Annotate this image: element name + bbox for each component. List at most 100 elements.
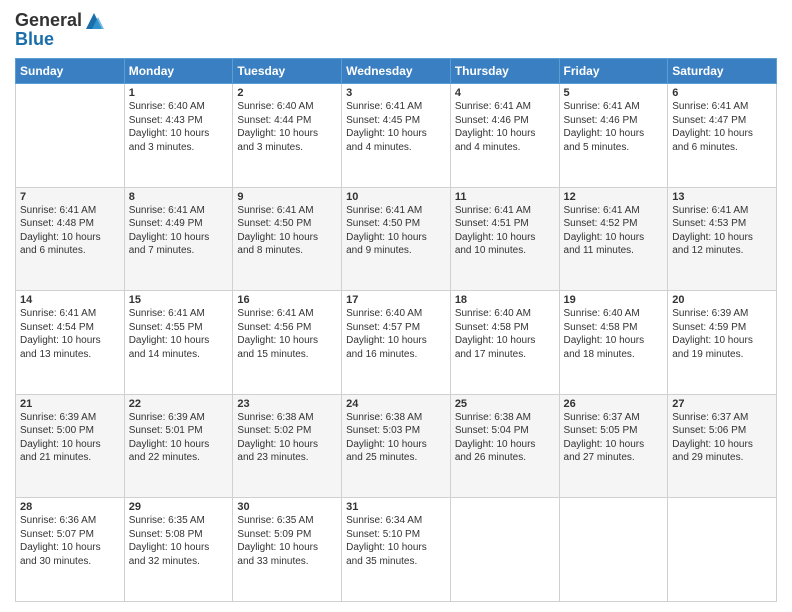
calendar-cell: 16Sunrise: 6:41 AM Sunset: 4:56 PM Dayli… bbox=[233, 291, 342, 395]
day-header-wednesday: Wednesday bbox=[342, 59, 451, 84]
day-number: 19 bbox=[564, 294, 664, 306]
logo-blue-text: Blue bbox=[15, 29, 104, 50]
week-row-2: 7Sunrise: 6:41 AM Sunset: 4:48 PM Daylig… bbox=[16, 187, 777, 291]
day-number: 9 bbox=[237, 191, 337, 203]
day-number: 31 bbox=[346, 501, 446, 513]
day-info: Sunrise: 6:41 AM Sunset: 4:56 PM Dayligh… bbox=[237, 307, 337, 361]
day-number: 5 bbox=[564, 87, 664, 99]
day-info: Sunrise: 6:37 AM Sunset: 5:05 PM Dayligh… bbox=[564, 411, 664, 465]
day-number: 16 bbox=[237, 294, 337, 306]
day-info: Sunrise: 6:36 AM Sunset: 5:07 PM Dayligh… bbox=[20, 514, 120, 568]
day-header-saturday: Saturday bbox=[668, 59, 777, 84]
calendar-cell: 19Sunrise: 6:40 AM Sunset: 4:58 PM Dayli… bbox=[559, 291, 668, 395]
calendar-cell: 11Sunrise: 6:41 AM Sunset: 4:51 PM Dayli… bbox=[450, 187, 559, 291]
day-header-sunday: Sunday bbox=[16, 59, 125, 84]
day-number: 4 bbox=[455, 87, 555, 99]
calendar-cell: 12Sunrise: 6:41 AM Sunset: 4:52 PM Dayli… bbox=[559, 187, 668, 291]
week-row-1: 1Sunrise: 6:40 AM Sunset: 4:43 PM Daylig… bbox=[16, 84, 777, 188]
calendar-table: SundayMondayTuesdayWednesdayThursdayFrid… bbox=[15, 58, 777, 602]
day-header-tuesday: Tuesday bbox=[233, 59, 342, 84]
day-number: 21 bbox=[20, 398, 120, 410]
day-number: 23 bbox=[237, 398, 337, 410]
calendar-cell: 5Sunrise: 6:41 AM Sunset: 4:46 PM Daylig… bbox=[559, 84, 668, 188]
calendar-header-row: SundayMondayTuesdayWednesdayThursdayFrid… bbox=[16, 59, 777, 84]
week-row-3: 14Sunrise: 6:41 AM Sunset: 4:54 PM Dayli… bbox=[16, 291, 777, 395]
day-header-friday: Friday bbox=[559, 59, 668, 84]
day-info: Sunrise: 6:39 AM Sunset: 5:00 PM Dayligh… bbox=[20, 411, 120, 465]
day-info: Sunrise: 6:41 AM Sunset: 4:46 PM Dayligh… bbox=[564, 100, 664, 154]
day-number: 14 bbox=[20, 294, 120, 306]
day-number: 22 bbox=[129, 398, 229, 410]
day-number: 3 bbox=[346, 87, 446, 99]
logo-general-text: General bbox=[15, 10, 82, 31]
week-row-5: 28Sunrise: 6:36 AM Sunset: 5:07 PM Dayli… bbox=[16, 498, 777, 602]
day-info: Sunrise: 6:34 AM Sunset: 5:10 PM Dayligh… bbox=[346, 514, 446, 568]
day-info: Sunrise: 6:41 AM Sunset: 4:52 PM Dayligh… bbox=[564, 204, 664, 258]
calendar-cell: 23Sunrise: 6:38 AM Sunset: 5:02 PM Dayli… bbox=[233, 394, 342, 498]
day-number: 28 bbox=[20, 501, 120, 513]
calendar-cell: 6Sunrise: 6:41 AM Sunset: 4:47 PM Daylig… bbox=[668, 84, 777, 188]
calendar-cell: 3Sunrise: 6:41 AM Sunset: 4:45 PM Daylig… bbox=[342, 84, 451, 188]
calendar-cell: 31Sunrise: 6:34 AM Sunset: 5:10 PM Dayli… bbox=[342, 498, 451, 602]
day-header-monday: Monday bbox=[124, 59, 233, 84]
day-info: Sunrise: 6:41 AM Sunset: 4:53 PM Dayligh… bbox=[672, 204, 772, 258]
day-number: 30 bbox=[237, 501, 337, 513]
day-number: 29 bbox=[129, 501, 229, 513]
calendar-cell: 27Sunrise: 6:37 AM Sunset: 5:06 PM Dayli… bbox=[668, 394, 777, 498]
calendar-cell bbox=[668, 498, 777, 602]
calendar-cell: 15Sunrise: 6:41 AM Sunset: 4:55 PM Dayli… bbox=[124, 291, 233, 395]
day-number: 27 bbox=[672, 398, 772, 410]
day-info: Sunrise: 6:40 AM Sunset: 4:58 PM Dayligh… bbox=[455, 307, 555, 361]
day-number: 18 bbox=[455, 294, 555, 306]
calendar-cell: 17Sunrise: 6:40 AM Sunset: 4:57 PM Dayli… bbox=[342, 291, 451, 395]
logo: General Blue bbox=[15, 10, 104, 50]
calendar-cell: 28Sunrise: 6:36 AM Sunset: 5:07 PM Dayli… bbox=[16, 498, 125, 602]
day-number: 15 bbox=[129, 294, 229, 306]
header: General Blue bbox=[15, 10, 777, 50]
day-number: 6 bbox=[672, 87, 772, 99]
calendar-cell: 14Sunrise: 6:41 AM Sunset: 4:54 PM Dayli… bbox=[16, 291, 125, 395]
calendar-cell: 2Sunrise: 6:40 AM Sunset: 4:44 PM Daylig… bbox=[233, 84, 342, 188]
day-info: Sunrise: 6:41 AM Sunset: 4:48 PM Dayligh… bbox=[20, 204, 120, 258]
day-info: Sunrise: 6:35 AM Sunset: 5:08 PM Dayligh… bbox=[129, 514, 229, 568]
day-number: 20 bbox=[672, 294, 772, 306]
day-info: Sunrise: 6:38 AM Sunset: 5:04 PM Dayligh… bbox=[455, 411, 555, 465]
calendar-cell: 18Sunrise: 6:40 AM Sunset: 4:58 PM Dayli… bbox=[450, 291, 559, 395]
day-info: Sunrise: 6:41 AM Sunset: 4:46 PM Dayligh… bbox=[455, 100, 555, 154]
calendar-cell: 4Sunrise: 6:41 AM Sunset: 4:46 PM Daylig… bbox=[450, 84, 559, 188]
calendar-cell: 21Sunrise: 6:39 AM Sunset: 5:00 PM Dayli… bbox=[16, 394, 125, 498]
calendar-body: 1Sunrise: 6:40 AM Sunset: 4:43 PM Daylig… bbox=[16, 84, 777, 602]
calendar-cell: 24Sunrise: 6:38 AM Sunset: 5:03 PM Dayli… bbox=[342, 394, 451, 498]
day-info: Sunrise: 6:35 AM Sunset: 5:09 PM Dayligh… bbox=[237, 514, 337, 568]
day-info: Sunrise: 6:39 AM Sunset: 4:59 PM Dayligh… bbox=[672, 307, 772, 361]
calendar-cell: 26Sunrise: 6:37 AM Sunset: 5:05 PM Dayli… bbox=[559, 394, 668, 498]
day-info: Sunrise: 6:40 AM Sunset: 4:58 PM Dayligh… bbox=[564, 307, 664, 361]
day-info: Sunrise: 6:41 AM Sunset: 4:54 PM Dayligh… bbox=[20, 307, 120, 361]
calendar-cell: 8Sunrise: 6:41 AM Sunset: 4:49 PM Daylig… bbox=[124, 187, 233, 291]
day-info: Sunrise: 6:41 AM Sunset: 4:50 PM Dayligh… bbox=[346, 204, 446, 258]
calendar-cell bbox=[450, 498, 559, 602]
day-number: 11 bbox=[455, 191, 555, 203]
day-number: 25 bbox=[455, 398, 555, 410]
day-number: 1 bbox=[129, 87, 229, 99]
calendar-cell: 30Sunrise: 6:35 AM Sunset: 5:09 PM Dayli… bbox=[233, 498, 342, 602]
day-number: 8 bbox=[129, 191, 229, 203]
day-info: Sunrise: 6:40 AM Sunset: 4:57 PM Dayligh… bbox=[346, 307, 446, 361]
day-info: Sunrise: 6:41 AM Sunset: 4:49 PM Dayligh… bbox=[129, 204, 229, 258]
calendar-cell: 25Sunrise: 6:38 AM Sunset: 5:04 PM Dayli… bbox=[450, 394, 559, 498]
calendar-cell: 7Sunrise: 6:41 AM Sunset: 4:48 PM Daylig… bbox=[16, 187, 125, 291]
day-number: 17 bbox=[346, 294, 446, 306]
calendar-cell bbox=[559, 498, 668, 602]
page: General Blue SundayMondayTuesdayWednesda… bbox=[0, 0, 792, 612]
day-info: Sunrise: 6:41 AM Sunset: 4:51 PM Dayligh… bbox=[455, 204, 555, 258]
calendar-cell: 9Sunrise: 6:41 AM Sunset: 4:50 PM Daylig… bbox=[233, 187, 342, 291]
day-info: Sunrise: 6:41 AM Sunset: 4:47 PM Dayligh… bbox=[672, 100, 772, 154]
day-number: 24 bbox=[346, 398, 446, 410]
calendar-cell bbox=[16, 84, 125, 188]
calendar-cell: 22Sunrise: 6:39 AM Sunset: 5:01 PM Dayli… bbox=[124, 394, 233, 498]
day-info: Sunrise: 6:37 AM Sunset: 5:06 PM Dayligh… bbox=[672, 411, 772, 465]
calendar-cell: 13Sunrise: 6:41 AM Sunset: 4:53 PM Dayli… bbox=[668, 187, 777, 291]
day-number: 13 bbox=[672, 191, 772, 203]
day-info: Sunrise: 6:41 AM Sunset: 4:45 PM Dayligh… bbox=[346, 100, 446, 154]
day-number: 2 bbox=[237, 87, 337, 99]
